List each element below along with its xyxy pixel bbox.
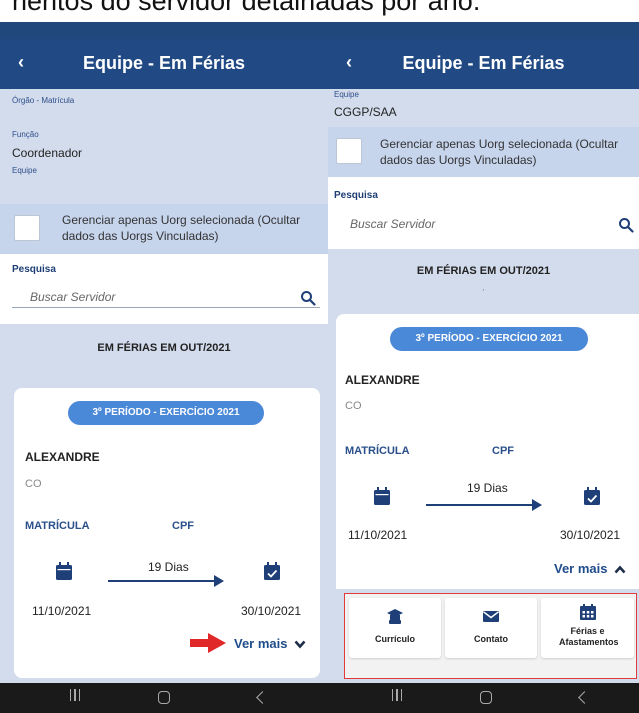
home-button[interactable] (158, 691, 170, 704)
calendar-icon (374, 487, 390, 505)
period-arrow-head (214, 575, 224, 587)
cpf-label: CPF (172, 520, 194, 532)
page-title: Equipe - Em Férias (402, 53, 565, 73)
nav-back-button[interactable] (578, 691, 591, 704)
equipe-label: Equipe (334, 90, 359, 99)
period-badge: 3º PERÍODO - EXERCÍCIO 2021 (390, 327, 588, 351)
action-label: Férias e Afastamentos (559, 626, 619, 647)
vacation-card: 3º PERÍODO - EXERCÍCIO 2021 ALEXANDRE CO… (336, 314, 639, 589)
section-title: EM FÉRIAS EM OUT/2021 (97, 342, 231, 354)
red-pointer-arrow (190, 633, 226, 653)
app-bar: ‹ Equipe - Em Férias (328, 39, 639, 89)
funcao-label: Função (12, 130, 39, 139)
period-arrow-line (108, 580, 216, 582)
start-date: 11/10/2021 (348, 528, 408, 542)
graduation-icon (387, 609, 403, 624)
uorg-checkbox-label: Gerenciar apenas Uorg selecionada (Ocult… (62, 213, 301, 243)
start-date: 11/10/2021 (32, 604, 92, 618)
orgao-label: Órgão - Matrícula (12, 96, 75, 105)
ver-mais-link[interactable]: Ver mais (234, 636, 306, 651)
vacation-card: 3º PERÍODO - EXERCÍCIO 2021 ALEXANDRE CO… (14, 388, 320, 678)
servidor-name: ALEXANDRE (25, 450, 100, 464)
calendar-check-icon (584, 487, 600, 505)
calendar-icon (56, 562, 72, 580)
action-label: Contato (474, 634, 508, 644)
ver-menos-link[interactable]: Ver mais (554, 561, 626, 576)
search-icon[interactable] (618, 217, 634, 233)
nav-back-button[interactable] (256, 691, 269, 704)
servidor-name: ALEXANDRE (345, 373, 420, 387)
chevron-up-icon (614, 565, 626, 574)
days-count: 19 Dias (148, 560, 189, 574)
recents-button[interactable] (392, 689, 402, 701)
uorg-filter-row: Gerenciar apenas Uorg selecionada (Ocult… (328, 127, 639, 177)
status-bar (0, 22, 328, 39)
status-bar (328, 22, 639, 39)
cpf-label: CPF (492, 445, 514, 457)
envelope-icon (483, 611, 499, 622)
section-subtitle: · (481, 284, 486, 296)
home-button[interactable] (480, 691, 492, 704)
card-actions-highlight: Currículo Contato Férias e Afastamentos (344, 593, 637, 679)
search-area: Pesquisa (0, 254, 328, 324)
period-arrow-head (532, 499, 542, 511)
android-nav-bar (0, 683, 328, 713)
search-area: Pesquisa (328, 177, 639, 249)
search-label: Pesquisa (334, 190, 378, 201)
matricula-label: MATRÍCULA (345, 445, 410, 457)
matricula-label: MATRÍCULA (25, 520, 90, 532)
search-input[interactable] (334, 213, 632, 235)
action-label: Currículo (374, 634, 415, 644)
uorg-checkbox[interactable] (336, 138, 362, 164)
equipe-value: CGGP/SAA (334, 105, 397, 119)
end-date: 30/10/2021 (241, 604, 302, 618)
page-title: Equipe - Em Férias (82, 53, 246, 73)
servidor-subname: CO (345, 400, 362, 412)
left-screen: ‹ Equipe - Em Férias Órgão - Matrícula F… (0, 22, 328, 713)
calendar-check-icon (264, 562, 280, 580)
servidor-subname: CO (25, 478, 42, 490)
search-input[interactable] (12, 286, 320, 308)
period-badge: 3º PERÍODO - EXERCÍCIO 2021 (68, 401, 264, 425)
contato-button[interactable]: Contato (445, 598, 537, 658)
period-arrow-line (426, 504, 534, 506)
caption-text: nentos do servidor detalhadas por ano. (12, 0, 481, 16)
section-title: EM FÉRIAS EM OUT/2021 (416, 265, 551, 277)
ver-mais-label: Ver mais (554, 561, 608, 576)
uorg-filter-row: Gerenciar apenas Uorg selecionada (Ocult… (0, 204, 328, 254)
android-nav-bar (328, 683, 639, 713)
curriculo-button[interactable]: Currículo (349, 598, 441, 658)
uorg-checkbox-label: Gerenciar apenas Uorg selecionada (Ocult… (380, 137, 619, 167)
equipe-label: Equipe (12, 166, 37, 175)
search-icon[interactable] (300, 290, 316, 306)
ver-mais-label: Ver mais (234, 636, 288, 651)
caption-strip: nentos do servidor detalhadas por ano. (0, 0, 639, 22)
right-screen: ‹ Equipe - Em Férias Equipe CGGP/SAA Ger… (328, 22, 639, 713)
funcao-value: Coordenador (12, 146, 83, 160)
chevron-down-icon (294, 640, 306, 649)
ferias-afastamentos-button[interactable]: Férias e Afastamentos (541, 598, 634, 658)
end-date: 30/10/2021 (560, 528, 621, 542)
search-label: Pesquisa (12, 264, 56, 275)
recents-button[interactable] (70, 689, 80, 701)
calendar-grid-icon (579, 604, 596, 620)
days-count: 19 Dias (467, 481, 508, 495)
uorg-checkbox[interactable] (14, 215, 40, 241)
app-bar: ‹ Equipe - Em Férias (0, 39, 328, 89)
